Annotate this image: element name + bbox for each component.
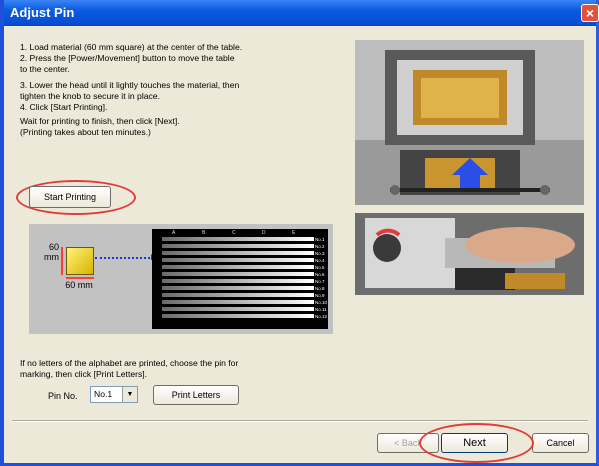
pin-number-select[interactable]: No.1 ▼ <box>90 386 138 403</box>
pattern-row-label: No.7 <box>315 279 325 284</box>
pattern-row <box>162 258 314 262</box>
pattern-row-label: No.8 <box>315 286 325 291</box>
start-printing-button[interactable]: Start Printing <box>29 186 111 208</box>
pattern-column-header: B <box>202 230 206 236</box>
instruction-line: Wait for printing to finish, then click … <box>20 116 180 126</box>
no-letters-line: marking, then click [Print Letters]. <box>20 369 148 379</box>
pattern-row-label: No.12 <box>315 314 328 319</box>
instruction-line: (Printing takes about ten minutes.) <box>20 127 151 137</box>
pattern-row <box>162 251 314 255</box>
instructions-text: 1. Load material (60 mm square) at the c… <box>20 42 340 138</box>
pattern-row-label: No.6 <box>315 272 325 277</box>
pattern-row <box>162 265 314 269</box>
pattern-row <box>162 300 314 304</box>
pattern-row <box>162 286 314 290</box>
instruction-line: 3. Lower the head until it lightly touch… <box>20 80 240 90</box>
photo-table-loading <box>355 40 584 205</box>
photo-table-illustration <box>355 40 584 205</box>
pin-number-label: Pin No. <box>48 391 78 401</box>
no-letters-text: If no letters of the alphabet are printe… <box>20 358 320 380</box>
instruction-line: 4. Click [Start Printing]. <box>20 102 108 112</box>
material-square <box>66 247 94 275</box>
dimension-line-horizontal <box>66 277 94 279</box>
pattern-row-label: No.3 <box>315 251 325 256</box>
cancel-button[interactable]: Cancel <box>532 433 589 453</box>
highlight-ring <box>419 423 534 463</box>
close-icon[interactable]: × <box>581 4 599 22</box>
pattern-column-header: D <box>262 230 266 236</box>
instruction-line: tighten the knob to secure it in place. <box>20 91 160 101</box>
pattern-row-label: No.10 <box>315 300 328 305</box>
no-letters-line: If no letters of the alphabet are printe… <box>20 358 239 368</box>
instruction-line: 2. Press the [Power/Movement] button to … <box>20 53 235 63</box>
title-bar[interactable]: Adjust Pin × <box>4 0 599 26</box>
pattern-column-header: C <box>232 230 236 236</box>
window-title: Adjust Pin <box>10 5 75 20</box>
instruction-line: 1. Load material (60 mm square) at the c… <box>20 42 243 52</box>
instruction-line: to the center. <box>20 64 70 74</box>
test-print-pattern: A B C D E No.1 No.2 No.3 No.4 No.5 No.6 … <box>152 229 328 329</box>
dotted-connector <box>95 257 150 259</box>
pattern-column-header: E <box>292 230 296 236</box>
dimension-label-horizontal: 60 mm <box>65 280 93 290</box>
footer-divider <box>12 420 588 422</box>
dimension-label-vertical: 60 mm <box>44 242 59 262</box>
pattern-row <box>162 307 314 311</box>
pattern-row <box>162 244 314 248</box>
pattern-column-header: A <box>172 230 176 236</box>
photo-knob-illustration <box>355 213 584 295</box>
pattern-row-label: No.2 <box>315 244 325 249</box>
pattern-row <box>162 272 314 276</box>
dropdown-arrow-icon[interactable]: ▼ <box>122 387 137 402</box>
pattern-row-label: No.4 <box>315 258 325 263</box>
dimension-line-vertical <box>61 247 63 275</box>
pattern-row-label: No.9 <box>315 293 325 298</box>
pattern-row-label: No.5 <box>315 265 325 270</box>
print-letters-button[interactable]: Print Letters <box>153 385 239 405</box>
pattern-row <box>162 237 314 241</box>
pattern-row-label: No.11 <box>315 307 327 312</box>
photo-knob-adjust <box>355 213 584 295</box>
pattern-row <box>162 279 314 283</box>
pattern-row-label: No.1 <box>315 237 325 242</box>
alignment-diagram: 60 mm 60 mm ► A B C D E No.1 No.2 No.3 N… <box>29 224 333 334</box>
pattern-row <box>162 314 314 318</box>
pattern-row <box>162 293 314 297</box>
pin-selected-value: No.1 <box>94 389 113 399</box>
